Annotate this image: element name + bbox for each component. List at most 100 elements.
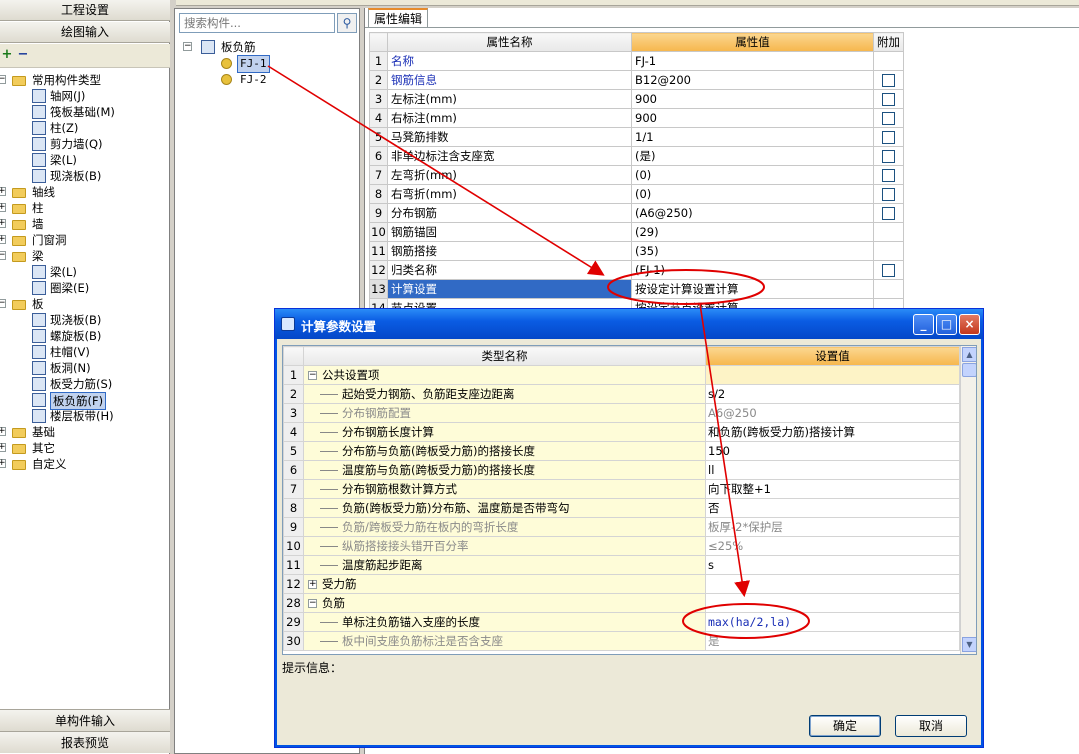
collapse-toggle-icon[interactable]: −: [0, 299, 6, 308]
setting-value[interactable]: 板厚-2*保护层: [705, 517, 960, 537]
table-row[interactable]: 7 左弯折(mm) (0): [369, 165, 904, 185]
table-row[interactable]: 13 计算设置 按设定计算设置计算: [369, 279, 904, 299]
setting-value[interactable]: s: [705, 555, 960, 575]
tree-item[interactable]: 板受力筋(S): [0, 376, 170, 392]
expand-toggle-icon[interactable]: +: [308, 580, 317, 589]
expand-toggle-icon[interactable]: +: [0, 219, 6, 228]
table-row[interactable]: 8 负筋(跨板受力筋)分布筋、温度筋是否带弯勾 否: [283, 498, 960, 518]
property-value[interactable]: (0): [631, 165, 874, 185]
setting-value[interactable]: max(ha/2,la): [705, 612, 960, 632]
setting-value[interactable]: s/2: [705, 384, 960, 404]
table-row[interactable]: 3 分布钢筋配置 A6@250: [283, 403, 960, 423]
dialog-titlebar[interactable]: 计算参数设置 _ □ ×: [275, 309, 983, 339]
table-row[interactable]: 30 板中间支座负筋标注是否含支座 是: [283, 631, 960, 651]
extra-checkbox[interactable]: [882, 74, 895, 87]
extra-checkbox[interactable]: [882, 169, 895, 182]
minimize-icon[interactable]: _: [913, 314, 934, 335]
property-value[interactable]: (FJ-1): [631, 260, 874, 280]
table-row[interactable]: 12 归类名称 (FJ-1): [369, 260, 904, 280]
table-row[interactable]: 9 分布钢筋 (A6@250): [369, 203, 904, 223]
table-row[interactable]: 8 右弯折(mm) (0): [369, 184, 904, 204]
property-value[interactable]: (A6@250): [631, 203, 874, 223]
table-row[interactable]: 4 右标注(mm) 900: [369, 108, 904, 128]
property-value[interactable]: (0): [631, 184, 874, 204]
property-value[interactable]: 按设定计算设置计算: [631, 279, 874, 299]
setting-value[interactable]: ll: [705, 460, 960, 480]
property-value[interactable]: FJ-1: [631, 51, 874, 71]
collapse-toggle-icon[interactable]: −: [0, 251, 6, 260]
collapse-toggle-icon[interactable]: −: [308, 371, 317, 380]
property-value[interactable]: 1/1: [631, 127, 874, 147]
tree-item[interactable]: 柱(Z): [0, 120, 170, 136]
table-row[interactable]: 29 单标注负筋锚入支座的长度 max(ha/2,la): [283, 612, 960, 632]
table-row[interactable]: 4 分布钢筋长度计算 和负筋(跨板受力筋)搭接计算: [283, 422, 960, 442]
table-row[interactable]: 5 马凳筋排数 1/1: [369, 127, 904, 147]
collapse-toggle-icon[interactable]: −: [0, 75, 6, 84]
setting-value[interactable]: A6@250: [705, 403, 960, 423]
collapse-all-icon[interactable]: −: [16, 48, 30, 62]
table-row[interactable]: 11 钢筋搭接 (35): [369, 241, 904, 261]
table-row[interactable]: 11 温度筋起步距离 s: [283, 555, 960, 575]
tree-item[interactable]: 现浇板(B): [0, 312, 170, 328]
tree-item[interactable]: 板洞(N): [0, 360, 170, 376]
tree-folder[interactable]: − 板: [0, 296, 170, 312]
tree-item[interactable]: 筏板基础(M): [0, 104, 170, 120]
property-value[interactable]: 900: [631, 108, 874, 128]
tree-folder[interactable]: − 常用构件类型: [0, 72, 170, 88]
table-row[interactable]: 7 分布钢筋根数计算方式 向下取整+1: [283, 479, 960, 499]
table-row[interactable]: 6 非单边标注含支座宽 (是): [369, 146, 904, 166]
report-preview-button[interactable]: 报表预览: [0, 731, 170, 753]
extra-checkbox[interactable]: [882, 131, 895, 144]
expand-toggle-icon[interactable]: +: [0, 459, 6, 468]
property-value[interactable]: 900: [631, 89, 874, 109]
tree-folder[interactable]: + 自定义: [0, 456, 170, 472]
expand-toggle-icon[interactable]: +: [0, 443, 6, 452]
ok-button[interactable]: 确定: [809, 715, 881, 737]
extra-checkbox[interactable]: [882, 150, 895, 163]
table-row[interactable]: 3 左标注(mm) 900: [369, 89, 904, 109]
setting-value[interactable]: ≤25%: [705, 536, 960, 556]
table-row[interactable]: 12 + 受力筋: [283, 574, 960, 594]
tree-folder[interactable]: + 柱: [0, 200, 170, 216]
setting-value[interactable]: 否: [705, 498, 960, 518]
close-icon[interactable]: ×: [959, 314, 980, 335]
table-row[interactable]: 10 钢筋锚固 (29): [369, 222, 904, 242]
table-row[interactable]: 1− 公共设置项: [283, 365, 960, 385]
table-row[interactable]: 1 名称 FJ-1: [369, 51, 904, 71]
tree-item[interactable]: 柱帽(V): [0, 344, 170, 360]
table-row[interactable]: 5 分布筋与负筋(跨板受力筋)的搭接长度 150: [283, 441, 960, 461]
expand-all-icon[interactable]: +: [0, 48, 14, 62]
tree-item[interactable]: 螺旋板(B): [0, 328, 170, 344]
table-row[interactable]: 9 负筋/跨板受力筋在板内的弯折长度 板厚-2*保护层: [283, 517, 960, 537]
search-icon[interactable]: ⚲: [337, 13, 357, 33]
setting-value[interactable]: 向下取整+1: [705, 479, 960, 499]
tree-item[interactable]: 圈梁(E): [0, 280, 170, 296]
tree-item[interactable]: 梁(L): [0, 152, 170, 168]
collapse-toggle-icon[interactable]: −: [308, 599, 317, 608]
component-search-input[interactable]: [179, 13, 335, 33]
drawing-input-button[interactable]: 绘图输入: [0, 22, 170, 43]
extra-checkbox[interactable]: [882, 188, 895, 201]
expand-toggle-icon[interactable]: +: [0, 203, 6, 212]
scrollbar-thumb[interactable]: [962, 363, 976, 377]
cancel-button[interactable]: 取消: [895, 715, 967, 737]
setting-value[interactable]: [705, 574, 960, 594]
property-value[interactable]: B12@200: [631, 70, 874, 90]
single-component-input-button[interactable]: 单构件输入: [0, 709, 170, 731]
tree-folder[interactable]: + 门窗洞: [0, 232, 170, 248]
setting-value[interactable]: 和负筋(跨板受力筋)搭接计算: [705, 422, 960, 442]
maximize-icon[interactable]: □: [936, 314, 957, 335]
setting-value[interactable]: 是: [705, 631, 960, 651]
tree-item[interactable]: 梁(L): [0, 264, 170, 280]
table-row[interactable]: 6 温度筋与负筋(跨板受力筋)的搭接长度 ll: [283, 460, 960, 480]
expand-toggle-icon[interactable]: +: [0, 235, 6, 244]
expand-toggle-icon[interactable]: +: [0, 427, 6, 436]
tree-folder[interactable]: + 基础: [0, 424, 170, 440]
setting-value[interactable]: 150: [705, 441, 960, 461]
tree-item[interactable]: 楼层板带(H): [0, 408, 170, 424]
property-value[interactable]: (29): [631, 222, 874, 242]
tree-folder[interactable]: + 轴线: [0, 184, 170, 200]
tree-folder[interactable]: + 其它: [0, 440, 170, 456]
property-value[interactable]: (35): [631, 241, 874, 261]
project-settings-button[interactable]: 工程设置: [0, 0, 170, 21]
